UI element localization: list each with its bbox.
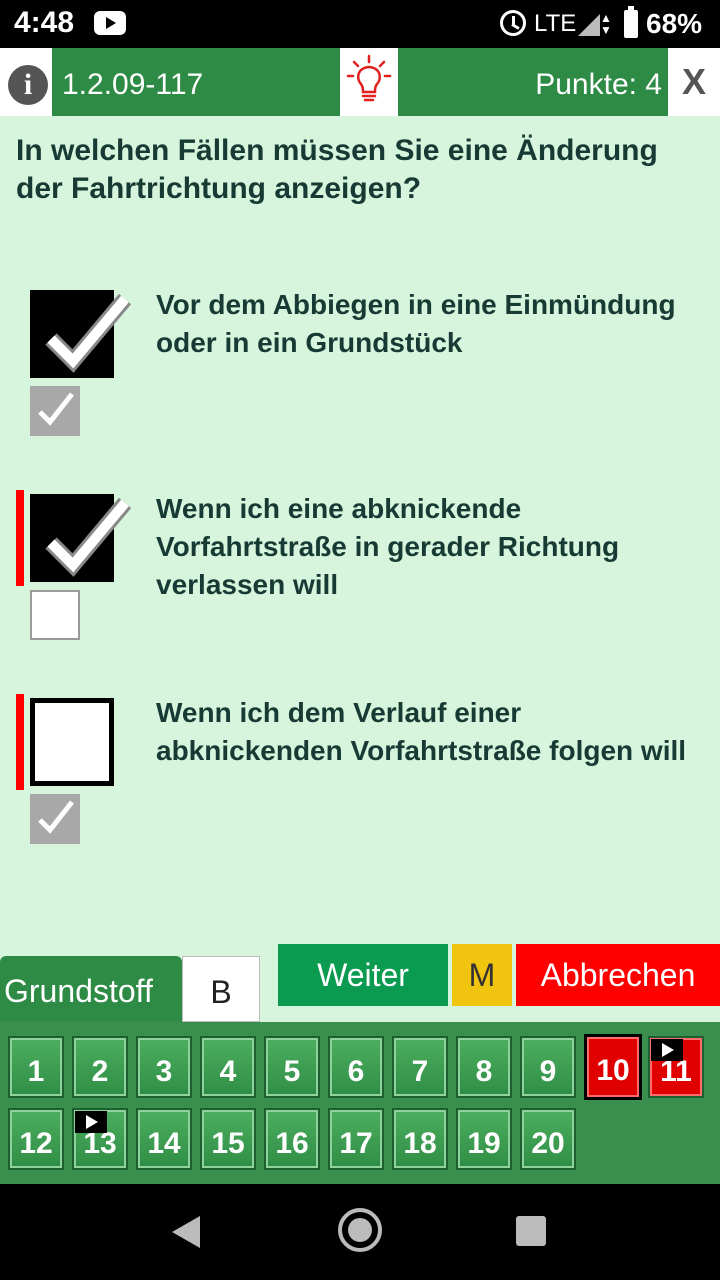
cancel-button[interactable]: Abbrechen: [516, 944, 720, 1006]
signal-icon: [578, 14, 600, 36]
battery-percent: 68%: [646, 8, 703, 39]
answer-2-text[interactable]: Wenn ich eine abknickende Vorfahrtstraße…: [156, 490, 696, 604]
checkmark-icon: [38, 392, 74, 426]
points-label: Punkte: 4: [535, 68, 662, 101]
answer-1-text[interactable]: Vor dem Abbiegen in eine Einmündung oder…: [156, 286, 696, 362]
status-bar: 4:48 LTE ▲ ▼ 68%: [0, 0, 720, 48]
question-number-button[interactable]: 7: [392, 1036, 448, 1098]
question-number-button-current[interactable]: 10: [584, 1034, 642, 1100]
question-number-button[interactable]: 16: [264, 1108, 320, 1170]
youtube-icon: [94, 11, 126, 35]
question-number-label: 16: [275, 1127, 309, 1160]
question-number-label: 14: [147, 1127, 181, 1160]
question-number-button[interactable]: 11: [648, 1036, 704, 1098]
nav-back-icon[interactable]: [172, 1216, 200, 1248]
question-number-label: 9: [539, 1055, 557, 1088]
question-number-button[interactable]: 8: [456, 1036, 512, 1098]
question-number-label: 7: [411, 1055, 429, 1088]
question-number-button[interactable]: 15: [200, 1108, 256, 1170]
answer-2-error-marker: [16, 490, 24, 586]
question-number-label: 15: [211, 1127, 245, 1160]
question-number-button[interactable]: 18: [392, 1108, 448, 1170]
battery-icon: [624, 6, 638, 38]
question-number-label: 18: [403, 1127, 437, 1160]
nav-home-icon[interactable]: [338, 1208, 382, 1252]
question-number-label: 19: [467, 1127, 501, 1160]
checkmark-icon: [45, 293, 132, 373]
answer-1-checkbox[interactable]: [30, 290, 132, 378]
question-number-label: 17: [339, 1127, 373, 1160]
tab-grundstoff[interactable]: Grundstoff: [0, 956, 182, 1022]
question-number-label: 12: [19, 1127, 53, 1160]
nav-recent-icon[interactable]: [516, 1216, 546, 1246]
question-number-label: 6: [347, 1055, 365, 1088]
mark-button[interactable]: M: [452, 944, 512, 1006]
question-number-button[interactable]: 17: [328, 1108, 384, 1170]
question-number-label: 1: [27, 1055, 45, 1088]
question-number-label: 20: [531, 1127, 565, 1160]
question-text: In welchen Fällen müssen Sie eine Änderu…: [16, 134, 658, 205]
question-number-label: 10: [596, 1054, 630, 1087]
answer-3-error-marker: [16, 694, 24, 790]
info-icon[interactable]: i: [8, 65, 48, 105]
status-time: 4:48: [14, 6, 75, 39]
answer-3-text[interactable]: Wenn ich dem Verlauf einer abknickenden …: [156, 694, 696, 770]
question-number-button[interactable]: 20: [520, 1108, 576, 1170]
answer-3-solution-checkbox: [30, 794, 80, 844]
question-number-button[interactable]: 9: [520, 1036, 576, 1098]
question-number-button[interactable]: 3: [136, 1036, 192, 1098]
flag-icon: [651, 1039, 683, 1061]
question-number-label: 8: [475, 1055, 493, 1088]
data-arrows-icon: ▲ ▼: [600, 11, 612, 37]
close-icon[interactable]: X: [668, 48, 720, 116]
question-number-label: 5: [283, 1055, 301, 1088]
answer-2-solution-checkbox: [30, 590, 80, 640]
checkmark-icon: [45, 497, 132, 577]
answer-1-solution-checkbox: [30, 386, 80, 436]
question-number-button[interactable]: 12: [8, 1108, 64, 1170]
question-number-button[interactable]: 5: [264, 1036, 320, 1098]
question-number-button[interactable]: 13: [72, 1108, 128, 1170]
question-number-button[interactable]: 19: [456, 1108, 512, 1170]
answer-2-checkbox[interactable]: [30, 494, 132, 582]
alarm-icon: [500, 10, 526, 36]
flag-icon: [75, 1111, 107, 1133]
lightbulb-icon[interactable]: [340, 48, 398, 116]
question-number-label: 4: [219, 1055, 237, 1088]
question-number-panel: 1 2 3 4 5 6 7 8 9 10 11 12 13 14 15 16 1…: [0, 1022, 720, 1184]
question-number-button[interactable]: 1: [8, 1036, 64, 1098]
question-number-label: 2: [91, 1055, 109, 1088]
answer-3-checkbox[interactable]: [30, 698, 114, 786]
question-number-button[interactable]: 6: [328, 1036, 384, 1098]
network-label: LTE: [534, 10, 577, 37]
question-number-label: 3: [155, 1055, 173, 1088]
screen: 4:48 LTE ▲ ▼ 68% i 1.2.09-117 Punkte: 4 …: [0, 0, 720, 1280]
question-code: 1.2.09-117: [62, 68, 204, 101]
checkmark-icon: [38, 800, 74, 834]
question-number-button[interactable]: 14: [136, 1108, 192, 1170]
next-button[interactable]: Weiter: [278, 944, 448, 1006]
top-bar: i 1.2.09-117 Punkte: 4 X: [0, 48, 720, 116]
question-number-button[interactable]: 4: [200, 1036, 256, 1098]
tab-class-b[interactable]: B: [182, 956, 260, 1022]
question-number-button[interactable]: 2: [72, 1036, 128, 1098]
